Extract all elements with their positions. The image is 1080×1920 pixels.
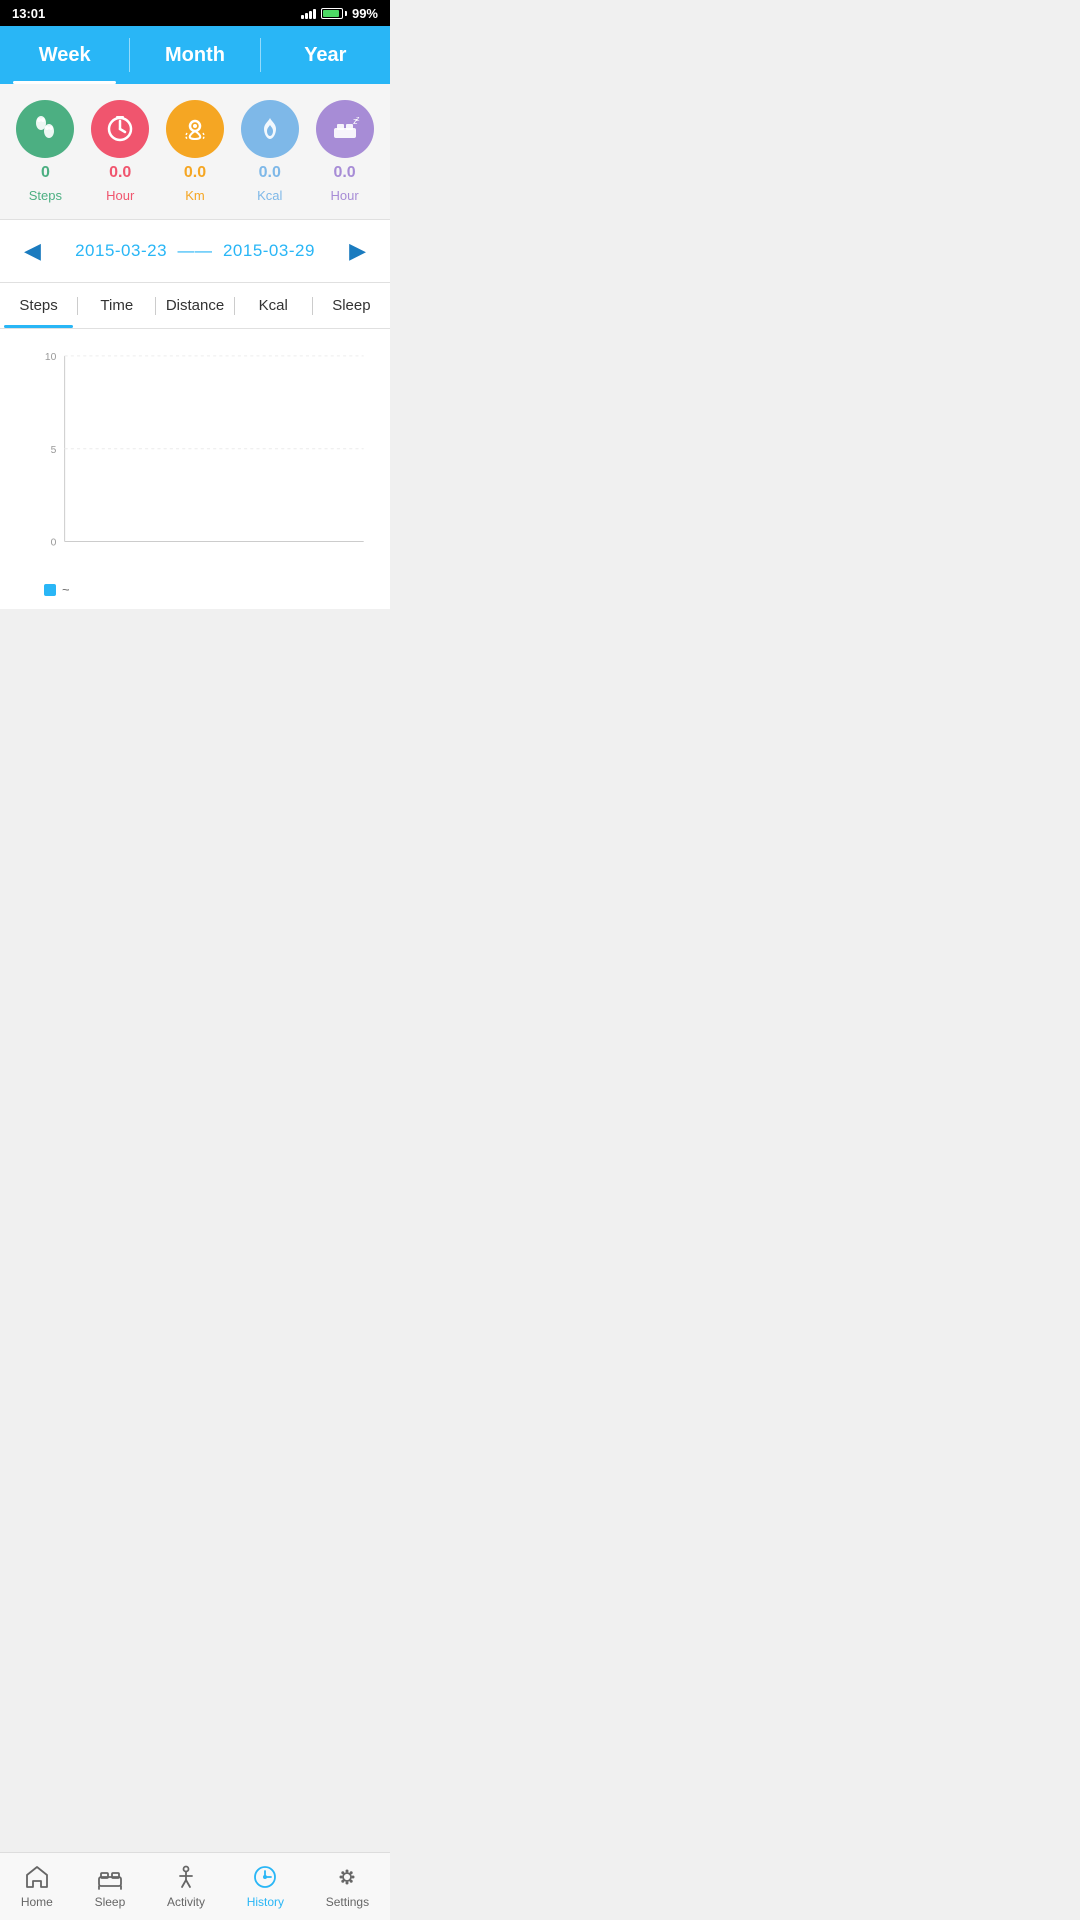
time-value: 0.0 <box>109 164 131 182</box>
settings-icon <box>333 1863 361 1891</box>
battery-icon <box>321 8 347 19</box>
signal-icon <box>301 7 316 19</box>
date-range-text: 2015-03-23 —— 2015-03-29 <box>75 241 315 261</box>
tab-month[interactable]: Month <box>130 26 259 84</box>
chart-tab-sleep[interactable]: Sleep <box>313 283 390 328</box>
time: 13:01 <box>12 6 45 21</box>
kcal-icon-circle <box>241 100 299 158</box>
sleep-icon: z z <box>329 113 361 145</box>
chart-area: 10 5 0 ~ <box>0 329 390 609</box>
steps-value: 0 <box>41 164 50 182</box>
home-icon <box>23 1863 51 1891</box>
stats-row: 0 Steps 0.0 Hour <box>0 84 390 219</box>
date-range-bar: ◀ 2015-03-23 —— 2015-03-29 ▶ <box>0 219 390 283</box>
chart-tabs: Steps Time Distance Kcal Sleep <box>0 283 390 329</box>
activity-icon <box>172 1863 200 1891</box>
stat-sleep: z z 0.0 Hour <box>316 100 374 203</box>
distance-icon-circle <box>166 100 224 158</box>
chart-tab-steps[interactable]: Steps <box>0 283 77 328</box>
status-right: 99% <box>301 6 378 21</box>
sleep-icon-circle: z z <box>316 100 374 158</box>
nav-sleep-label: Sleep <box>95 1895 126 1909</box>
svg-text:z: z <box>356 116 360 123</box>
time-label: Hour <box>106 188 134 203</box>
legend-label: ~ <box>62 582 70 597</box>
stat-distance: 0.0 Km <box>166 100 224 203</box>
nav-activity[interactable]: Activity <box>167 1863 205 1909</box>
kcal-value: 0.0 <box>259 164 281 182</box>
svg-text:0: 0 <box>51 538 57 549</box>
tab-week[interactable]: Week <box>0 26 129 84</box>
sleep-label: Hour <box>330 188 358 203</box>
stat-kcal: 0.0 Kcal <box>241 100 299 203</box>
nav-settings[interactable]: Settings <box>326 1863 369 1909</box>
flame-icon <box>254 113 286 145</box>
steps-chart: 10 5 0 <box>44 349 374 569</box>
time-icon-circle <box>91 100 149 158</box>
history-icon <box>251 1863 279 1891</box>
battery-percent: 99% <box>352 6 378 21</box>
distance-label: Km <box>185 188 205 203</box>
prev-date-button[interactable]: ◀ <box>16 234 49 268</box>
nav-settings-label: Settings <box>326 1895 369 1909</box>
footsteps-icon <box>29 113 61 145</box>
stat-time: 0.0 Hour <box>91 100 149 203</box>
steps-label: Steps <box>29 188 62 203</box>
nav-home-label: Home <box>21 1895 53 1909</box>
kcal-label: Kcal <box>257 188 282 203</box>
stat-steps: 0 Steps <box>16 100 74 203</box>
route-icon <box>179 113 211 145</box>
nav-activity-label: Activity <box>167 1895 205 1909</box>
distance-value: 0.0 <box>184 164 206 182</box>
sleep-value: 0.0 <box>333 164 355 182</box>
nav-sleep[interactable]: Sleep <box>95 1863 126 1909</box>
svg-text:5: 5 <box>51 445 57 456</box>
nav-history[interactable]: History <box>247 1863 284 1909</box>
chart-tab-kcal[interactable]: Kcal <box>235 283 312 328</box>
bottom-nav: Home Sleep Activity <box>0 1852 390 1920</box>
nav-history-label: History <box>247 1895 284 1909</box>
chart-tab-distance[interactable]: Distance <box>156 283 233 328</box>
chart-legend: ~ <box>44 574 374 597</box>
tab-year[interactable]: Year <box>261 26 390 84</box>
status-bar: 13:01 99% <box>0 0 390 26</box>
timer-icon <box>104 113 136 145</box>
period-tabs: Week Month Year <box>0 26 390 84</box>
steps-icon-circle <box>16 100 74 158</box>
bed-icon <box>96 1863 124 1891</box>
svg-text:10: 10 <box>45 352 57 363</box>
next-date-button[interactable]: ▶ <box>341 234 374 268</box>
chart-tab-time[interactable]: Time <box>78 283 155 328</box>
nav-home[interactable]: Home <box>21 1863 53 1909</box>
legend-color-dot <box>44 584 56 596</box>
